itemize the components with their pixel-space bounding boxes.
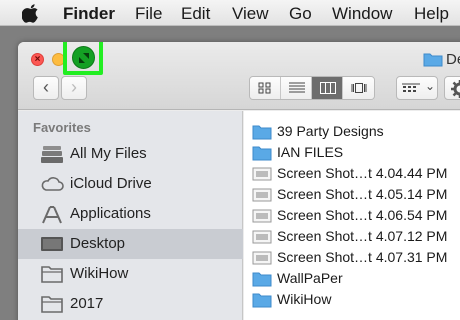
menu-bar: Finder File Edit View Go Window Help [0, 0, 460, 26]
file-name: WallPaPer [277, 270, 343, 286]
column-view-button[interactable] [312, 77, 343, 99]
chevron-right-icon: › [71, 77, 77, 97]
finder-window: × De ‹ › [18, 42, 460, 320]
arrange-button[interactable]: ⌄ [396, 76, 438, 100]
menu-view[interactable]: View [232, 4, 269, 24]
menu-finder[interactable]: Finder [63, 4, 115, 24]
sidebar-item-2017[interactable]: 2017 [18, 289, 243, 319]
sidebar-item-label: Applications [70, 205, 151, 222]
applications-icon [42, 206, 62, 224]
sidebar-item-wikihow[interactable]: WikiHow [18, 259, 243, 289]
folder-icon [41, 296, 63, 313]
folder-icon [252, 272, 272, 287]
sidebar-item-label: All My Files [70, 145, 147, 162]
sidebar-item-all-my-files[interactable]: All My Files [18, 139, 243, 169]
folder-icon [41, 266, 63, 283]
icon-view-icon [258, 82, 271, 94]
file-row[interactable]: Screen Shot…t 4.06.54 PM [244, 205, 460, 226]
file-row[interactable]: Screen Shot…t 4.05.14 PM [244, 184, 460, 205]
image-file-icon [252, 209, 272, 223]
file-row[interactable]: Screen Shot…t 4.04.44 PM [244, 163, 460, 184]
sidebar-heading-favorites: Favorites [33, 120, 91, 135]
file-row[interactable]: Screen Shot…t 4.07.12 PM [244, 226, 460, 247]
view-mode-group [249, 76, 375, 100]
file-name: WikiHow [277, 291, 332, 307]
coverflow-view-icon [351, 83, 367, 93]
sidebar: Favorites All My Files iCloud Drive Appl… [18, 111, 243, 320]
file-name: Screen Shot…t 4.04.44 PM [277, 165, 448, 181]
sidebar-item-applications[interactable]: Applications [18, 199, 243, 229]
close-icon: × [34, 54, 41, 65]
icon-view-button[interactable] [250, 77, 281, 99]
folder-icon [252, 293, 272, 308]
sidebar-item-desktop[interactable]: Desktop [18, 229, 243, 259]
sidebar-item-icloud-drive[interactable]: iCloud Drive [18, 169, 243, 199]
list-view-button[interactable] [281, 77, 312, 99]
window-title: De [446, 51, 460, 68]
menu-help[interactable]: Help [414, 4, 449, 24]
arrange-grid-icon [402, 83, 420, 92]
sidebar-item-label: Desktop [70, 235, 126, 252]
sidebar-item-label: WikiHow [70, 265, 129, 282]
file-name: IAN FILES [277, 144, 344, 160]
file-row[interactable]: WikiHow [244, 289, 460, 310]
file-list-column: 39 Party Designs IAN FILES Screen Shot…t… [244, 111, 460, 320]
chevron-left-icon: ‹ [43, 77, 49, 97]
image-file-icon [252, 230, 272, 244]
image-file-icon [252, 251, 272, 265]
file-row[interactable]: Screen Shot…t 4.07.31 PM [244, 247, 460, 268]
gear-icon [451, 80, 460, 98]
file-row[interactable]: WallPaPer [244, 268, 460, 289]
menu-go[interactable]: Go [289, 4, 312, 24]
image-file-icon [252, 167, 272, 181]
desktop-icon [41, 237, 63, 251]
all-files-icon [41, 146, 63, 163]
title-folder-icon [423, 53, 443, 67]
sidebar-item-label: iCloud Drive [70, 175, 152, 192]
file-name: Screen Shot…t 4.05.14 PM [277, 186, 448, 202]
close-button[interactable]: × [31, 53, 44, 66]
apple-logo-icon[interactable] [22, 3, 40, 23]
menu-file[interactable]: File [135, 4, 162, 24]
chevron-down-icon: ⌄ [425, 79, 436, 93]
file-row[interactable]: IAN FILES [244, 142, 460, 163]
menu-edit[interactable]: Edit [181, 4, 210, 24]
file-name: Screen Shot…t 4.07.31 PM [277, 249, 448, 265]
menu-window[interactable]: Window [332, 4, 392, 24]
sidebar-item-label: 2017 [70, 295, 104, 312]
column-view-icon [320, 82, 336, 94]
file-name: Screen Shot…t 4.06.54 PM [277, 207, 448, 223]
folder-icon [252, 146, 272, 161]
file-name: 39 Party Designs [277, 123, 384, 139]
zoom-button[interactable] [72, 46, 95, 69]
image-file-icon [252, 188, 272, 202]
list-view-icon [289, 82, 305, 93]
coverflow-view-button[interactable] [343, 77, 374, 99]
file-name: Screen Shot…t 4.07.12 PM [277, 228, 448, 244]
back-button[interactable]: ‹ [33, 76, 59, 100]
action-button[interactable] [444, 76, 460, 100]
cloud-icon [41, 177, 64, 191]
file-row[interactable]: 39 Party Designs [244, 121, 460, 142]
title-bar[interactable]: × De ‹ › [18, 42, 460, 110]
folder-icon [252, 125, 272, 140]
zoom-arrows-icon [79, 53, 89, 63]
forward-button[interactable]: › [61, 76, 87, 100]
